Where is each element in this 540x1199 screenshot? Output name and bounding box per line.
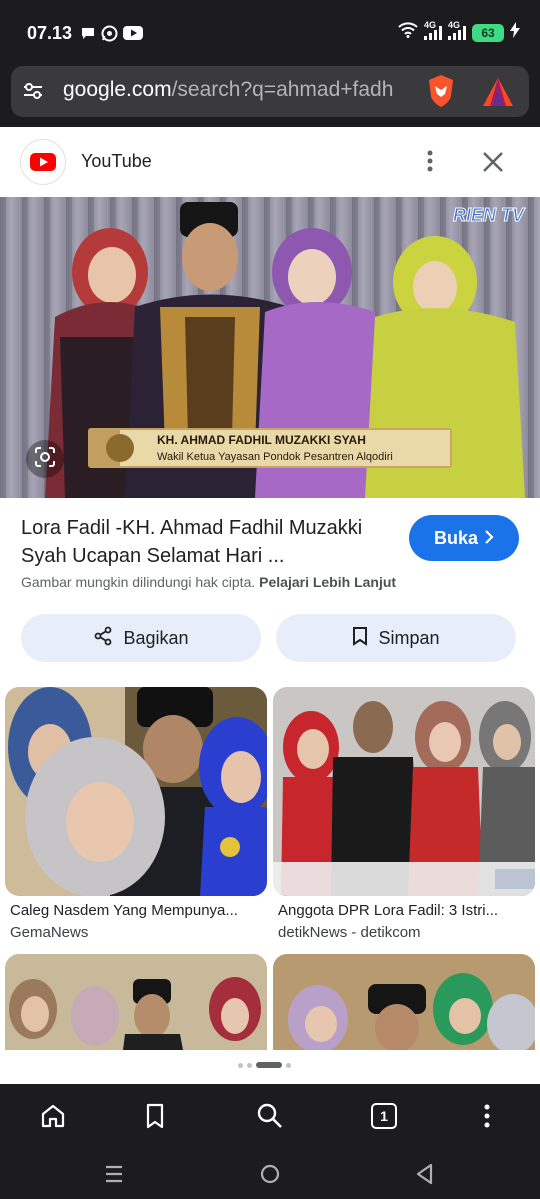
url-host: google.com [63,78,172,101]
share-icon [93,626,113,651]
charging-icon [510,22,520,43]
chevron-right-icon [484,528,494,549]
copyright-text: Gambar mungkin dilindungi hak cipta. [21,574,256,590]
recent-apps-icon[interactable] [102,1162,126,1186]
save-label: Simpan [378,627,440,648]
menu-icon[interactable] [471,1100,503,1132]
back-icon[interactable] [413,1162,437,1186]
learn-more-link[interactable]: Pelajari Lebih Lanjut [259,574,396,590]
source-name[interactable]: YouTube [81,151,152,172]
network-type-1: 4G [424,19,437,30]
wifi-icon [398,22,418,43]
top-chrome: 07.13 4G 4G 63 google.com/search?q=ahmad… [0,0,540,127]
related-source-1: GemaNews [10,924,89,941]
copyright-notice: Gambar mungkin dilindungi hak cipta. Pel… [21,574,396,590]
carousel-dot-active [256,1062,282,1068]
save-button[interactable]: Simpan [276,614,516,662]
browser-toolbar: 1 [0,1084,540,1148]
related-source-2: detikNews - detikcom [278,924,421,941]
related-image-2[interactable] [273,687,535,896]
more-options-icon[interactable] [418,149,442,173]
carousel-dot [238,1062,243,1068]
source-header: YouTube [0,127,540,197]
related-image-3[interactable] [5,954,267,1050]
search-icon[interactable] [254,1100,286,1132]
result-title[interactable]: Lora Fadil -KH. Ahmad Fadhil Muzakki Sya… [21,514,401,570]
bookmarks-icon[interactable] [139,1100,171,1132]
status-indicators: 4G 4G 63 [398,20,520,43]
signal-icon-1: 4G [424,20,442,40]
related-image-4[interactable] [273,954,535,1050]
share-button[interactable]: Bagikan [21,614,261,662]
lens-icon [33,445,57,474]
home-icon[interactable] [37,1100,69,1132]
tabs-button[interactable]: 1 [368,1100,400,1132]
bookmark-icon [352,626,368,651]
google-lens-button[interactable] [26,440,64,478]
main-image[interactable]: RIEN TV KH. AHMAD FADHIL MUZAKKI SYAH Wa… [0,197,540,498]
brave-shields-icon[interactable] [425,74,457,108]
carousel-dot [286,1062,291,1068]
url-text[interactable]: google.com/search?q=ahmad+fadh [63,78,423,102]
related-image-1[interactable] [5,687,267,896]
tab-count: 1 [371,1103,397,1129]
whatsapp-icon [101,25,118,47]
open-button-label: Buka [433,527,478,548]
carousel-indicator [238,1062,291,1068]
status-time: 07.13 [27,23,73,43]
open-button[interactable]: Buka [409,515,519,561]
related-caption-1[interactable]: Caleg Nasdem Yang Mempunya... [10,902,238,919]
channel-logo: RIEN TV [452,205,525,226]
caption-title: KH. AHMAD FADHIL MUZAKKI SYAH [157,433,366,447]
brave-rewards-icon[interactable] [481,76,515,108]
site-settings-icon[interactable] [21,79,45,103]
status-bar: 07.13 4G 4G 63 [0,0,540,66]
share-label: Bagikan [123,627,189,648]
youtube-logo-icon [20,139,66,185]
system-navigation-bar [0,1148,540,1199]
network-type-2: 4G [448,19,461,30]
home-nav-icon[interactable] [258,1162,282,1186]
url-path: /search?q=ahmad+fadh [171,78,394,101]
notification-icons [80,25,143,47]
close-icon[interactable] [480,149,506,175]
related-caption-2[interactable]: Anggota DPR Lora Fadil: 3 Istri... [278,902,498,919]
address-bar[interactable]: google.com/search?q=ahmad+fadh [11,66,529,117]
youtube-notification-icon [123,25,143,47]
carousel-dot [247,1062,252,1068]
battery-level: 63 [472,23,504,42]
caption-subtitle: Wakil Ketua Yayasan Pondok Pesantren Alq… [157,451,393,463]
chat-icon [80,25,96,47]
signal-icon-2: 4G [448,20,466,40]
